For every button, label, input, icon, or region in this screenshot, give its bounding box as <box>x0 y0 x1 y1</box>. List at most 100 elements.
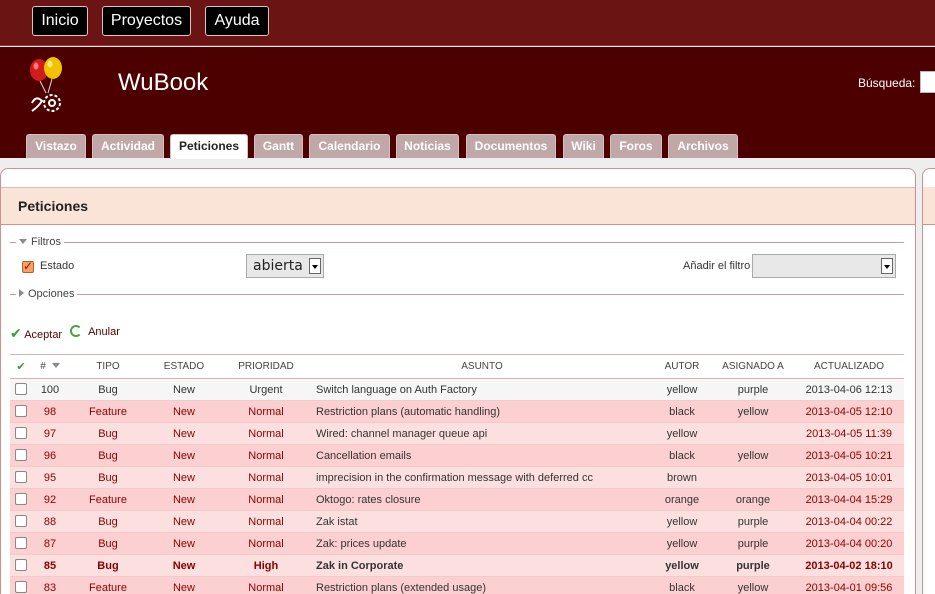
table-row[interactable]: 95 Bug New Normal imprecision in the confirm… <box>10 466 904 489</box>
menu-projects-button[interactable]: Proyectos <box>102 6 191 36</box>
tab-gantt[interactable]: Gantt <box>254 134 303 158</box>
row-checkbox[interactable] <box>10 422 32 445</box>
row-checkbox-box[interactable] <box>15 471 27 483</box>
table-row[interactable]: 87 Bug New Normal Zak: prices update yellow pu… <box>10 532 904 555</box>
menu-home-button[interactable]: Inicio <box>32 6 88 36</box>
tab-calendar[interactable]: Calendario <box>309 134 390 158</box>
tab-activity[interactable]: Actividad <box>92 134 164 158</box>
col-subject[interactable]: ASUNTO <box>312 354 652 379</box>
issue-assignee[interactable]: yellow <box>712 444 794 467</box>
tab-documents[interactable]: Documentos <box>466 134 556 158</box>
issue-id[interactable]: 97 <box>32 422 68 445</box>
issue-assignee[interactable]: yellow <box>712 576 794 594</box>
issue-author[interactable]: orange <box>652 488 712 511</box>
row-checkbox[interactable] <box>10 444 32 467</box>
table-row[interactable]: 85 Bug New High Zak in Corporate yellow purple… <box>10 554 904 577</box>
issue-subject[interactable]: Zak in Corporate <box>312 554 652 577</box>
col-status[interactable]: ESTADO <box>148 354 220 379</box>
row-checkbox-box[interactable] <box>15 493 27 505</box>
row-checkbox[interactable] <box>10 466 32 489</box>
menu-help-button[interactable]: Ayuda <box>205 6 269 36</box>
issue-id[interactable]: 87 <box>32 532 68 555</box>
row-checkbox[interactable] <box>10 510 32 533</box>
table-row[interactable]: 98 Feature New Normal Restriction plans (aut… <box>10 400 904 423</box>
issue-id[interactable]: 85 <box>32 554 68 577</box>
row-checkbox[interactable] <box>10 554 32 577</box>
issue-author[interactable]: yellow <box>652 554 712 577</box>
issue-subject[interactable]: Restriction plans (automatic handling) <box>312 400 652 423</box>
issue-subject[interactable]: Restriction plans (extended usage) <box>312 576 652 594</box>
row-checkbox[interactable] <box>10 400 32 423</box>
tab-forums[interactable]: Foros <box>610 134 662 158</box>
issue-author[interactable]: yellow <box>652 532 712 555</box>
table-row[interactable]: 97 Bug New Normal Wired: channel manager que… <box>10 422 904 445</box>
issue-author[interactable]: yellow <box>652 422 712 445</box>
row-checkbox[interactable] <box>10 532 32 555</box>
row-checkbox-box[interactable] <box>15 559 27 571</box>
col-id[interactable]: # <box>32 354 68 379</box>
row-checkbox-box[interactable] <box>15 383 27 395</box>
issue-assignee[interactable]: purple <box>712 378 794 401</box>
row-checkbox-box[interactable] <box>15 449 27 461</box>
tab-news[interactable]: Noticias <box>396 134 459 158</box>
table-row[interactable]: 96 Bug New Normal Cancellation emails black ye… <box>10 444 904 467</box>
issue-subject[interactable]: Zak: prices update <box>312 532 652 555</box>
issue-subject[interactable]: Zak istat <box>312 510 652 533</box>
row-checkbox[interactable] <box>10 488 32 511</box>
filter-status-select[interactable]: abierta <box>246 254 324 278</box>
col-author[interactable]: AUTOR <box>652 354 712 379</box>
table-row[interactable]: 92 Feature New Normal Oktogo: rates closure o… <box>10 488 904 511</box>
tab-wiki[interactable]: Wiki <box>563 134 604 158</box>
issue-author[interactable]: brown <box>652 466 712 489</box>
reset-link[interactable]: Anular <box>70 325 120 338</box>
filters-legend[interactable]: Filtros <box>16 236 64 248</box>
issue-author[interactable]: black <box>652 400 712 423</box>
issue-id[interactable]: 92 <box>32 488 68 511</box>
issue-assignee[interactable]: purple <box>712 554 794 577</box>
issue-id[interactable]: 98 <box>32 400 68 423</box>
options-legend[interactable]: Opciones <box>16 288 78 300</box>
search-input[interactable] <box>920 71 935 93</box>
col-tracker[interactable]: TIPO <box>68 354 148 379</box>
issue-assignee[interactable]: orange <box>712 488 794 511</box>
issue-assignee[interactable] <box>712 422 794 445</box>
issue-author[interactable]: black <box>652 444 712 467</box>
tab-files[interactable]: Archivos <box>668 134 738 158</box>
issue-id[interactable]: 100 <box>32 378 68 401</box>
issue-author[interactable]: yellow <box>652 378 712 401</box>
issue-subject[interactable]: Switch language on Auth Factory <box>312 378 652 401</box>
row-checkbox[interactable] <box>10 576 32 594</box>
col-assignee[interactable]: ASIGNADO A <box>712 354 794 379</box>
issue-assignee[interactable] <box>712 466 794 489</box>
table-row[interactable]: 83 Feature New Normal Restriction plans (ext… <box>10 576 904 594</box>
issue-assignee[interactable]: purple <box>712 510 794 533</box>
row-checkbox[interactable] <box>10 378 32 401</box>
issue-subject[interactable]: imprecision in the confirmation message … <box>312 466 652 489</box>
issue-assignee[interactable]: purple <box>712 532 794 555</box>
tab-issues[interactable]: Peticiones <box>170 134 248 159</box>
issue-subject[interactable]: Oktogo: rates closure <box>312 488 652 511</box>
row-checkbox-box[interactable] <box>15 515 27 527</box>
add-filter-select[interactable] <box>752 254 896 278</box>
apply-link[interactable]: ✔ Aceptar <box>10 325 62 342</box>
row-checkbox-box[interactable] <box>15 427 27 439</box>
issue-assignee[interactable]: yellow <box>712 400 794 423</box>
tab-overview[interactable]: Vistazo <box>26 134 86 158</box>
issue-author[interactable]: yellow <box>652 510 712 533</box>
col-priority[interactable]: PRIORIDAD <box>220 354 312 379</box>
table-row[interactable]: 88 Bug New Normal Zak istat yellow purple 2013-… <box>10 510 904 533</box>
issue-subject[interactable]: Wired: channel manager queue api <box>312 422 652 445</box>
row-checkbox-box[interactable] <box>15 405 27 417</box>
table-row[interactable]: 100 Bug New Urgent Switch language on Auth F… <box>10 378 904 401</box>
issue-author[interactable]: black <box>652 576 712 594</box>
row-checkbox-box[interactable] <box>15 537 27 549</box>
toggle-all-checkbox[interactable]: ✔ <box>10 354 32 379</box>
issue-subject[interactable]: Cancellation emails <box>312 444 652 467</box>
col-updated[interactable]: ACTUALIZADO <box>794 354 904 379</box>
row-checkbox-box[interactable] <box>15 581 27 593</box>
issue-id[interactable]: 96 <box>32 444 68 467</box>
filter-status-checkbox[interactable] <box>22 259 34 273</box>
issue-id[interactable]: 88 <box>32 510 68 533</box>
issue-id[interactable]: 95 <box>32 466 68 489</box>
issue-id[interactable]: 83 <box>32 576 68 594</box>
